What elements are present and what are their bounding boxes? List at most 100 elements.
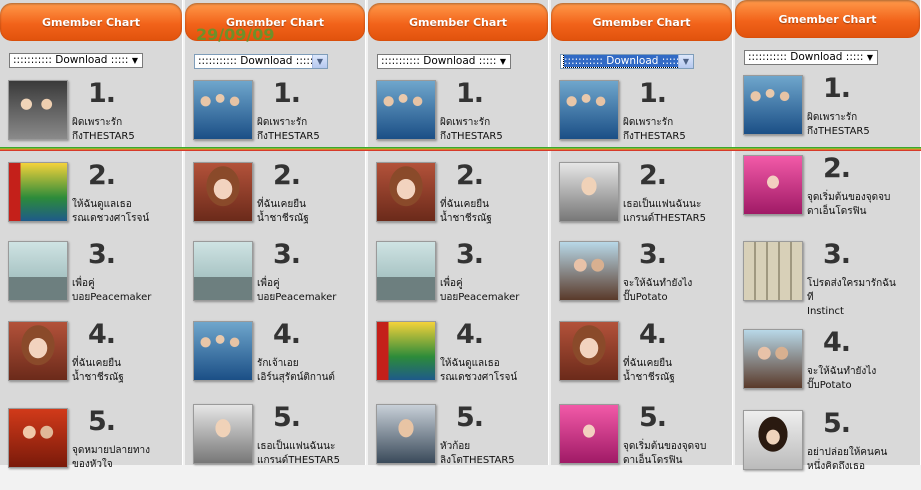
download-select[interactable]: ::::::::::: Download ::::: ▼ bbox=[377, 54, 511, 69]
song-title[interactable]: ผิดเพราะรัก กึงTHESTAR5 bbox=[440, 116, 545, 144]
album-cover-icon[interactable] bbox=[559, 241, 619, 301]
song-name: โปรดส่งใครมารักฉัน bbox=[807, 278, 896, 289]
rank-number: 4. bbox=[88, 319, 116, 350]
song-title[interactable]: ให้ฉันดูแลเธอ รณเดชวงศาโรจน์ bbox=[440, 357, 545, 385]
album-cover-icon[interactable] bbox=[743, 329, 803, 389]
song-title[interactable]: รักเจ้าเอย เอิร์นสุรัตน์ติกานต์ bbox=[257, 357, 362, 385]
song-name: ผิดเพราะรัก bbox=[623, 117, 674, 128]
download-select[interactable]: ::::::::::: Download ::::: ▼ bbox=[744, 50, 878, 65]
album-cover-icon[interactable] bbox=[376, 80, 436, 140]
chevron-down-icon[interactable]: ▼ bbox=[678, 55, 693, 68]
song-title[interactable]: โปรดส่งใครมารักฉัน ที Instinct bbox=[807, 277, 912, 319]
album-cover-icon[interactable] bbox=[376, 404, 436, 464]
song-title[interactable]: ผิดเพราะรัก กึงTHESTAR5 bbox=[807, 111, 912, 139]
song-title[interactable]: ที่ฉันเคยยืน น้ำชาชีรณัฐ bbox=[440, 198, 545, 226]
chart-item[interactable]: 3. เพื่อคู่ บอยPeacemaker bbox=[368, 239, 545, 321]
album-cover-icon[interactable] bbox=[193, 404, 253, 464]
chevron-down-icon[interactable]: ▼ bbox=[863, 51, 877, 64]
song-title[interactable]: เพื่อคู่ บอยPeacemaker bbox=[72, 277, 177, 305]
chart-item[interactable]: 2. ให้ฉันดูแลเธอ รณเดชวงศาโรจน์ bbox=[0, 160, 177, 242]
rank-number: 3. bbox=[823, 239, 851, 270]
download-select[interactable]: ::::::::::: Download ::::: ▼ bbox=[194, 54, 328, 69]
song-title[interactable]: จุดเริ่มต้นของจุดจบ ดาเอ็นโดรฟิน bbox=[807, 191, 912, 219]
song-title[interactable]: ที่ฉันเคยยืน น้ำชาชีรณัฐ bbox=[257, 198, 362, 226]
album-cover-icon[interactable] bbox=[559, 162, 619, 222]
song-title[interactable]: ที่ฉันเคยยืน น้ำชาชีรณัฐ bbox=[72, 357, 177, 385]
chart-column-5: Gmember Chart::::::::::: Download ::::: ▼… bbox=[735, 0, 921, 472]
song-title[interactable]: หัวก้อย ลิงโตTHESTAR5 bbox=[440, 440, 545, 468]
download-select[interactable]: ::::::::::: Download ::::: ▼ bbox=[560, 54, 694, 69]
song-title[interactable]: จุดหมายปลายทาง ของหัวใจ bbox=[72, 444, 177, 472]
chevron-down-icon[interactable]: ▼ bbox=[496, 55, 510, 68]
download-select-value: ::::::::::: Download ::::: bbox=[13, 54, 129, 66]
chart-item[interactable]: 4. ให้ฉันดูแลเธอ รณเดชวงศาโรจน์ bbox=[368, 319, 545, 401]
song-title[interactable]: จุดเริ่มต้นของจุดจบ ดาเอ็นโดรฟิน bbox=[623, 440, 728, 468]
album-cover-icon[interactable] bbox=[193, 321, 253, 381]
song-title[interactable]: ผิดเพราะรัก กึงTHESTAR5 bbox=[257, 116, 362, 144]
song-title[interactable]: ผิดเพราะรัก กึงTHESTAR5 bbox=[623, 116, 728, 144]
chart-item[interactable]: 5. เธอเป็นแฟนฉันนะ แกรนด์THESTAR5 bbox=[185, 402, 362, 484]
chart-item[interactable]: 2. ที่ฉันเคยยืน น้ำชาชีรณัฐ bbox=[185, 160, 362, 242]
album-cover-icon[interactable] bbox=[193, 162, 253, 222]
album-cover-icon[interactable] bbox=[376, 321, 436, 381]
song-name: จุดเริ่มต้นของจุดจบ bbox=[807, 192, 891, 203]
album-cover-icon[interactable] bbox=[8, 321, 68, 381]
artist-name: บอยPeacemaker bbox=[257, 292, 337, 303]
rank-number: 3. bbox=[639, 239, 667, 270]
artist-name: บอยPeacemaker bbox=[440, 292, 520, 303]
song-title[interactable]: เพื่อคู่ บอยPeacemaker bbox=[440, 277, 545, 305]
song-title[interactable]: ผิดเพราะรัก กึงTHESTAR5 bbox=[72, 116, 177, 144]
album-cover-icon[interactable] bbox=[743, 241, 803, 301]
album-cover-icon[interactable] bbox=[193, 241, 253, 301]
chevron-down-icon[interactable]: ▼ bbox=[128, 54, 142, 67]
song-title[interactable]: เพื่อคู่ บอยPeacemaker bbox=[257, 277, 362, 305]
download-select[interactable]: ::::::::::: Download ::::: ▼ bbox=[9, 53, 143, 68]
album-cover-icon[interactable] bbox=[8, 241, 68, 301]
rank-number: 1. bbox=[456, 78, 484, 109]
chart-item[interactable]: 4. จะให้ฉันทำยังไง ปั๊บPotato bbox=[735, 327, 912, 409]
chart-header: Gmember Chart bbox=[0, 3, 182, 41]
artist-name: กึงTHESTAR5 bbox=[257, 131, 320, 142]
album-cover-icon[interactable] bbox=[376, 162, 436, 222]
song-name: จะให้ฉันทำยังไง bbox=[623, 278, 693, 289]
chart-item[interactable]: 2. จุดเริ่มต้นของจุดจบ ดาเอ็นโดรฟิน bbox=[735, 153, 912, 235]
song-title[interactable]: เธอเป็นแฟนฉันนะ แกรนด์THESTAR5 bbox=[257, 440, 362, 468]
chart-item[interactable]: 5. จุดเริ่มต้นของจุดจบ ดาเอ็นโดรฟิน bbox=[551, 402, 728, 484]
album-cover-icon[interactable] bbox=[376, 241, 436, 301]
artist-name: น้ำชาชีรณัฐ bbox=[623, 372, 675, 383]
chart-item[interactable]: 5. อย่าปล่อยให้คนคน หนึ่งคิดถึงเธอ bbox=[735, 408, 912, 490]
chart-item[interactable]: 5. จุดหมายปลายทาง ของหัวใจ bbox=[0, 406, 177, 488]
album-cover-icon[interactable] bbox=[743, 410, 803, 470]
album-cover-icon[interactable] bbox=[743, 155, 803, 215]
song-title[interactable]: จะให้ฉันทำยังไง ปั๊บPotato bbox=[623, 277, 728, 305]
song-title[interactable]: ให้ฉันดูแลเธอ รณเดชวงศาโรจน์ bbox=[72, 198, 177, 226]
chart-item[interactable]: 4. ที่ฉันเคยยืน น้ำชาชีรณัฐ bbox=[551, 319, 728, 401]
album-cover-icon[interactable] bbox=[8, 162, 68, 222]
chart-item[interactable]: 1. ผิดเพราะรัก กึงTHESTAR5 bbox=[735, 73, 912, 155]
chart-item[interactable]: 2. ที่ฉันเคยยืน น้ำชาชีรณัฐ bbox=[368, 160, 545, 242]
album-cover-icon[interactable] bbox=[193, 80, 253, 140]
chevron-down-icon[interactable]: ▼ bbox=[312, 55, 327, 68]
artist-name: ลิงโตTHESTAR5 bbox=[440, 455, 515, 466]
chart-item[interactable]: 3. โปรดส่งใครมารักฉัน ที Instinct bbox=[735, 239, 912, 321]
song-title[interactable]: ที่ฉันเคยยืน น้ำชาชีรณัฐ bbox=[623, 357, 728, 385]
chart-item[interactable]: 5. หัวก้อย ลิงโตTHESTAR5 bbox=[368, 402, 545, 484]
album-cover-icon[interactable] bbox=[8, 408, 68, 468]
album-cover-icon[interactable] bbox=[559, 404, 619, 464]
album-cover-icon[interactable] bbox=[743, 75, 803, 135]
chart-item[interactable]: 4. รักเจ้าเอย เอิร์นสุรัตน์ติกานต์ bbox=[185, 319, 362, 401]
song-title[interactable]: อย่าปล่อยให้คนคน หนึ่งคิดถึงเธอ bbox=[807, 446, 912, 474]
album-cover-icon[interactable] bbox=[8, 80, 68, 140]
chart-item[interactable]: 4. ที่ฉันเคยยืน น้ำชาชีรณัฐ bbox=[0, 319, 177, 401]
chart-header: Gmember Chart bbox=[735, 0, 920, 38]
song-title[interactable]: จะให้ฉันทำยังไง ปั๊บPotato bbox=[807, 365, 912, 393]
chart-item[interactable]: 2. เธอเป็นแฟนฉันนะ แกรนด์THESTAR5 bbox=[551, 160, 728, 242]
chart-item[interactable]: 3. จะให้ฉันทำยังไง ปั๊บPotato bbox=[551, 239, 728, 321]
chart-item[interactable]: 3. เพื่อคู่ บอยPeacemaker bbox=[0, 239, 177, 321]
album-cover-icon[interactable] bbox=[559, 321, 619, 381]
chart-item[interactable]: 3. เพื่อคู่ บอยPeacemaker bbox=[185, 239, 362, 321]
album-cover-icon[interactable] bbox=[559, 80, 619, 140]
download-select-value: ::::::::::: Download ::::: bbox=[381, 55, 497, 67]
song-title[interactable]: เธอเป็นแฟนฉันนะ แกรนด์THESTAR5 bbox=[623, 198, 728, 226]
song-name: อย่าปล่อยให้คนคน bbox=[807, 447, 888, 458]
